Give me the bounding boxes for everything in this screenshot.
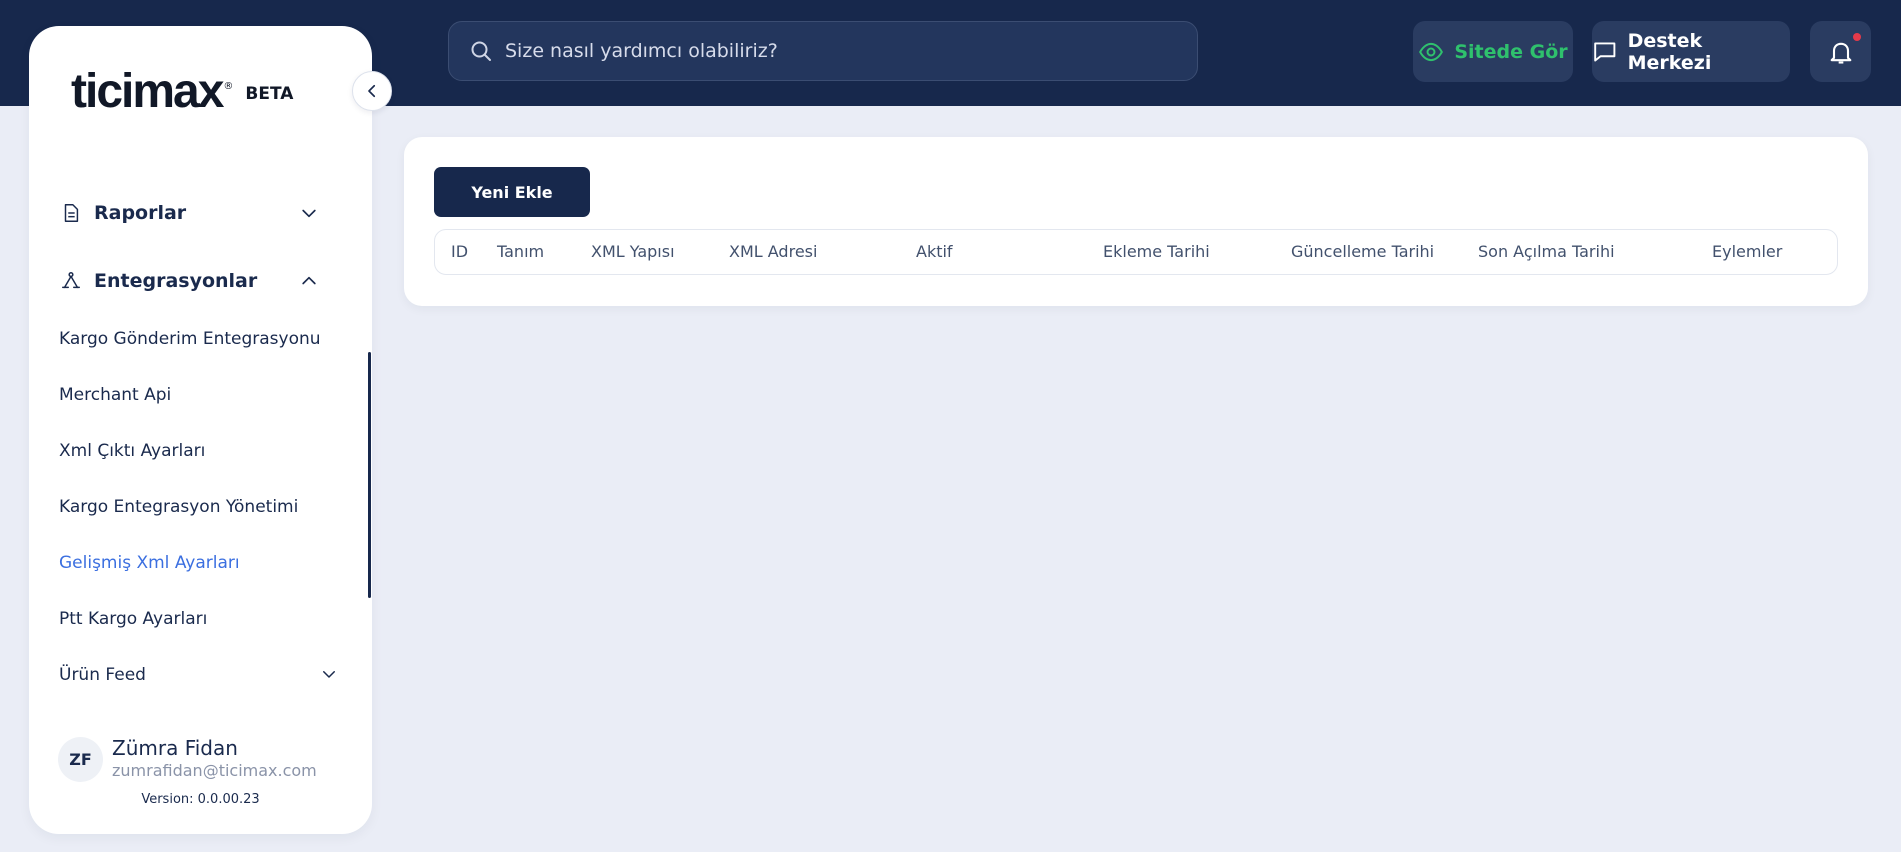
chevron-up-icon	[302, 276, 316, 285]
document-icon	[64, 204, 79, 222]
menu-group-raporlar[interactable]: Raporlar	[29, 193, 319, 233]
ticimax-logo[interactable]: ticimax ® BETA	[71, 65, 294, 118]
search-placeholder: Size nasıl yardımcı olabiliriz?	[505, 40, 778, 62]
sidebar-item-kargo-gonderim[interactable]: Kargo Gönderim Entegrasyonu	[59, 329, 321, 349]
sidebar-item-ptt-kargo[interactable]: Ptt Kargo Ayarları	[59, 609, 207, 629]
sidebar-item-kargo-entegrasyon[interactable]: Kargo Entegrasyon Yönetimi	[59, 497, 298, 517]
search-icon	[471, 41, 491, 61]
view-site-button[interactable]: Sitede Gör	[1413, 21, 1573, 82]
chevron-left-icon	[368, 84, 376, 98]
user-email: zumrafidan@ticimax.com	[112, 761, 317, 780]
support-center-button[interactable]: Destek Merkezi	[1592, 21, 1790, 82]
notification-badge	[1853, 33, 1861, 41]
chat-icon	[1594, 42, 1616, 61]
sidebar	[29, 26, 372, 834]
column-header-xml-yapisi[interactable]: XML Yapısı	[591, 230, 675, 274]
sidebar-item-merchant-api[interactable]: Merchant Api	[59, 385, 171, 405]
sidebar-item-urun-feed[interactable]: Ürün Feed	[59, 665, 146, 685]
notifications-button[interactable]	[1810, 21, 1871, 82]
sidebar-collapse-button[interactable]	[352, 71, 392, 111]
xml-settings-card: Yeni Ekle ID Tanım XML Yapısı XML Adresi…	[404, 137, 1868, 306]
menu-group-label: Entegrasyonlar	[94, 270, 258, 292]
column-header-xml-adresi[interactable]: XML Adresi	[729, 230, 817, 274]
user-profile[interactable]: ZF Zümra Fidan zumrafidan@ticimax.com	[58, 736, 317, 782]
chevron-down-icon[interactable]	[320, 665, 338, 683]
eye-icon	[1419, 42, 1444, 61]
menu-group-entegrasyonlar[interactable]: Entegrasyonlar	[29, 261, 319, 301]
column-header-ekleme-tarihi[interactable]: Ekleme Tarihi	[1103, 230, 1210, 274]
sidebar-scrollbar[interactable]	[368, 352, 371, 598]
bell-icon	[1830, 42, 1851, 64]
add-new-button[interactable]: Yeni Ekle	[434, 167, 590, 217]
user-name: Zümra Fidan	[112, 736, 238, 760]
avatar: ZF	[58, 736, 103, 782]
column-header-son-acilma-tarihi[interactable]: Son Açılma Tarihi	[1478, 230, 1615, 274]
support-center-label: Destek Merkezi	[1627, 29, 1712, 74]
table-header: ID Tanım XML Yapısı XML Adresi Aktif Ekl…	[434, 229, 1838, 275]
menu-group-label: Raporlar	[94, 202, 187, 224]
logo-text: ticimax	[71, 65, 224, 118]
beta-badge: BETA	[245, 84, 294, 104]
column-header-eylemler[interactable]: Eylemler	[1712, 230, 1782, 274]
logo-registered-mark: ®	[223, 81, 234, 92]
column-header-guncelleme-tarihi[interactable]: Güncelleme Tarihi	[1291, 230, 1434, 274]
sidebar-item-xml-cikti[interactable]: Xml Çıktı Ayarları	[59, 441, 205, 461]
column-header-tanim[interactable]: Tanım	[497, 230, 544, 274]
version-label: Version: 0.0.00.23	[141, 792, 260, 807]
sidebar-item-gelismis-xml[interactable]: Gelişmiş Xml Ayarları	[59, 553, 240, 573]
column-header-aktif[interactable]: Aktif	[916, 230, 953, 274]
integration-icon	[62, 272, 80, 289]
search-input[interactable]: Size nasıl yardımcı olabiliriz?	[448, 21, 1198, 81]
view-site-label: Sitede Gör	[1454, 40, 1568, 63]
column-header-id[interactable]: ID	[451, 230, 468, 274]
chevron-down-icon	[302, 209, 316, 218]
